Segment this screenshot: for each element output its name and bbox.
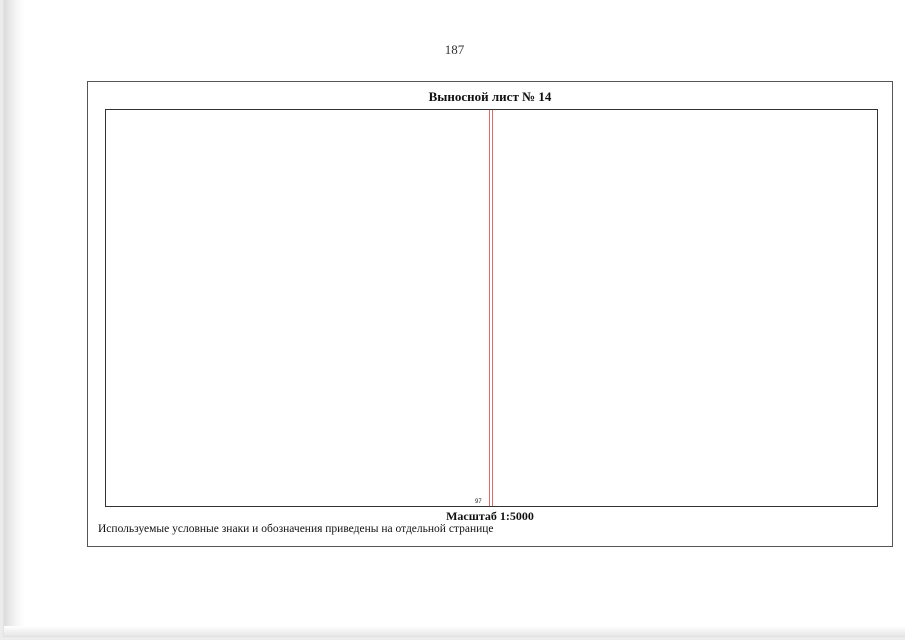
sheet-title: Выносной лист № 14 [428, 89, 552, 104]
page-edge-shadow [4, 0, 24, 636]
document-page: 187 Выносной лист № 14 97 Масштаб 1:5000… [4, 0, 905, 636]
boundary-line-left [489, 110, 490, 506]
page-bottom-shadow [4, 626, 905, 636]
legend-note: Используемые условные знаки и обозначени… [98, 523, 494, 535]
page-number: 187 [444, 42, 465, 57]
scale-label: Масштаб 1:5000 [446, 509, 534, 523]
parcel-label: 97 [475, 499, 482, 505]
boundary-line-right [492, 110, 493, 506]
map-frame: 97 [105, 109, 878, 507]
sheet-frame: Выносной лист № 14 97 Масштаб 1:5000 Исп… [87, 81, 893, 547]
